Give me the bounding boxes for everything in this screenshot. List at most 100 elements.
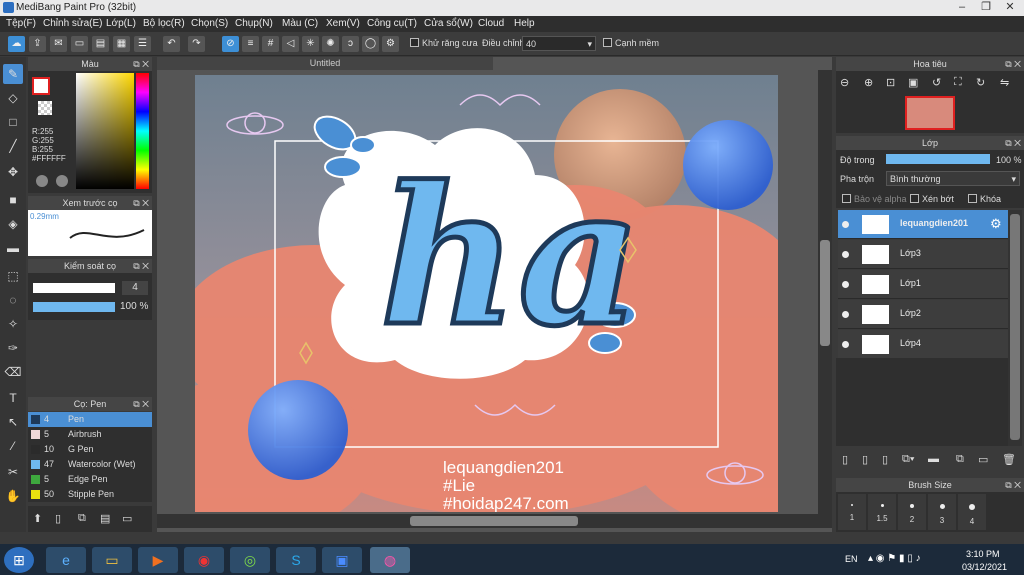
fullscreen-icon[interactable]: ⛶ xyxy=(954,76,962,89)
brush-size-preset[interactable]: 3 xyxy=(928,494,956,530)
new-8bit-layer-icon[interactable]: ▯ xyxy=(882,453,888,466)
layer-item[interactable]: Lớp1 xyxy=(838,270,1008,299)
layer-item[interactable]: Lớp2 xyxy=(838,300,1008,329)
layer-item[interactable]: Lớp4 xyxy=(838,330,1008,359)
sharp-checkbox[interactable] xyxy=(603,38,612,47)
layer-item[interactable]: lequangdien201 ⚙ xyxy=(838,210,1008,239)
menu-cloud[interactable]: Cloud xyxy=(478,18,504,29)
move-tool-icon[interactable]: ✥ xyxy=(3,162,23,182)
horizontal-scroll-thumb[interactable] xyxy=(410,516,578,526)
radial-line-icon[interactable]: ✺ xyxy=(322,36,339,52)
cloud-icon[interactable]: ☁ xyxy=(8,36,25,52)
menu-capture[interactable]: Chụp(N) xyxy=(235,18,273,29)
clipping-checkbox[interactable] xyxy=(910,194,919,203)
rotate-right-icon[interactable]: ↻ xyxy=(976,76,985,89)
line-tool-icon[interactable]: ╱ xyxy=(3,136,23,156)
add-brush-icon[interactable]: ⬆ xyxy=(33,512,42,525)
duplicate-layer-icon[interactable]: ⧉ xyxy=(956,453,964,466)
background-color[interactable] xyxy=(38,101,52,115)
new-halftone-layer-icon[interactable]: ▯ xyxy=(862,453,868,466)
blend-mode-select[interactable]: Bình thường ▾ xyxy=(886,171,1020,186)
list-icon[interactable]: ☰ xyxy=(134,36,151,52)
perspective-icon[interactable]: ◁ xyxy=(282,36,299,52)
file-icon[interactable]: ▭ xyxy=(71,36,88,52)
parallel-icon[interactable]: ≡ xyxy=(242,36,259,52)
language-indicator[interactable]: EN xyxy=(845,554,858,564)
coccoc-icon[interactable]: ◎ xyxy=(230,547,270,573)
brush-item[interactable]: 5 Airbrush xyxy=(28,427,152,442)
menu-view[interactable]: Xem(V) xyxy=(326,18,360,29)
brush-size-slider[interactable] xyxy=(33,283,115,293)
fit-icon[interactable]: ⊡ xyxy=(886,76,895,89)
layer-menu-icon[interactable]: ⧉▾ xyxy=(902,453,914,466)
visibility-icon[interactable] xyxy=(842,221,849,228)
maximize-button[interactable]: ❐ xyxy=(974,0,998,15)
brush-size-preset[interactable]: 1 xyxy=(838,494,866,530)
share-icon[interactable]: ⇪ xyxy=(29,36,46,52)
flip-icon[interactable]: ⇋ xyxy=(1000,76,1009,89)
redo-icon[interactable]: ↷ xyxy=(188,36,205,52)
visibility-icon[interactable] xyxy=(842,311,849,318)
magic-wand-icon[interactable]: ✧ xyxy=(3,314,23,334)
horizontal-scrollbar[interactable] xyxy=(157,514,832,528)
brush-size-preset[interactable]: 4 xyxy=(958,494,986,530)
radial-icon[interactable]: ✳ xyxy=(302,36,319,52)
skype-icon[interactable]: S xyxy=(276,547,316,573)
circle-icon[interactable]: ◯ xyxy=(362,36,379,52)
lock-checkbox[interactable] xyxy=(968,194,977,203)
trash-icon[interactable]: 🗑 xyxy=(1002,453,1016,466)
rotate-left-icon[interactable]: ↺ xyxy=(932,76,941,89)
layer-icon[interactable]: ▤ xyxy=(92,36,109,52)
menu-color[interactable]: Màu (C) xyxy=(282,18,318,29)
tray-icons[interactable]: ▴ ◉ ⚑ ▮ ▯ ♪ xyxy=(868,553,921,564)
brush-item[interactable]: 50 Stipple Pen xyxy=(28,487,152,502)
brush-size-value[interactable]: 4 xyxy=(122,281,148,295)
layer-scrollbar[interactable] xyxy=(1008,210,1022,446)
grid-icon[interactable]: ▦ xyxy=(113,36,130,52)
ie-icon[interactable]: e xyxy=(46,547,86,573)
new-brush-icon[interactable]: ▯ xyxy=(55,512,61,525)
new-layer-icon[interactable]: ▯ xyxy=(842,453,848,466)
hue-slider[interactable] xyxy=(136,73,149,189)
select-eraser-icon[interactable]: ⌫ xyxy=(3,362,23,382)
rect-tool-icon[interactable]: □ xyxy=(3,112,23,132)
menu-select[interactable]: Chọn(S) xyxy=(191,18,228,29)
menu-help[interactable]: Help xyxy=(514,18,535,29)
zoom-out-icon[interactable]: ⊖ xyxy=(840,76,849,89)
folder-icon[interactable]: ▬ xyxy=(928,453,939,465)
brush-size-preset[interactable]: 2 xyxy=(898,494,926,530)
menu-edit[interactable]: Chỉnh sửa(E) xyxy=(43,18,103,29)
palette-icon[interactable] xyxy=(36,175,48,187)
brush-item[interactable]: 5 Edge Pen xyxy=(28,472,152,487)
undo-icon[interactable]: ↶ xyxy=(163,36,180,52)
select-pen-icon[interactable]: ✑ xyxy=(3,338,23,358)
eraser-tool-icon[interactable]: ◇ xyxy=(3,88,23,108)
menu-file[interactable]: Tệp(F) xyxy=(6,18,36,29)
menu-tools[interactable]: Công cụ(T) xyxy=(367,18,417,29)
fill-rect-icon[interactable]: ■ xyxy=(3,190,23,210)
brush-item[interactable]: 47 Watercolor (Wet) xyxy=(28,457,152,472)
vertical-scroll-thumb[interactable] xyxy=(820,240,830,346)
document-tab[interactable]: Untitled xyxy=(157,57,493,70)
snap-off-icon[interactable]: ⊘ xyxy=(222,36,239,52)
adjust-input[interactable]: 40 ▾ xyxy=(522,36,596,51)
visibility-icon[interactable] xyxy=(842,281,849,288)
menu-window[interactable]: Cửa sổ(W) xyxy=(424,18,473,29)
vertical-scrollbar[interactable] xyxy=(818,70,832,514)
layer-scroll-thumb[interactable] xyxy=(1010,214,1020,440)
curve-icon[interactable]: ↄ xyxy=(342,36,359,52)
menu-layer[interactable]: Lớp(L) xyxy=(106,18,136,29)
swatch-icon[interactable] xyxy=(56,175,68,187)
operation-tool-icon[interactable]: ↖ xyxy=(3,412,23,432)
navigator-thumbnail[interactable] xyxy=(905,96,955,130)
copy-brush-icon[interactable]: ⧉ xyxy=(78,512,86,525)
media-icon[interactable]: ▶ xyxy=(138,547,178,573)
actual-size-icon[interactable]: ▣ xyxy=(908,76,918,89)
brush-item[interactable]: 10 G Pen xyxy=(28,442,152,457)
brush-item[interactable]: 4 Pen xyxy=(28,412,152,427)
zoom-icon[interactable]: ▣ xyxy=(322,547,362,573)
brush-opacity-slider[interactable] xyxy=(33,302,115,312)
menu-filter[interactable]: Bộ lọc(R) xyxy=(143,18,185,29)
layer-item[interactable]: Lớp3 xyxy=(838,240,1008,269)
explorer-icon[interactable]: ▭ xyxy=(92,547,132,573)
